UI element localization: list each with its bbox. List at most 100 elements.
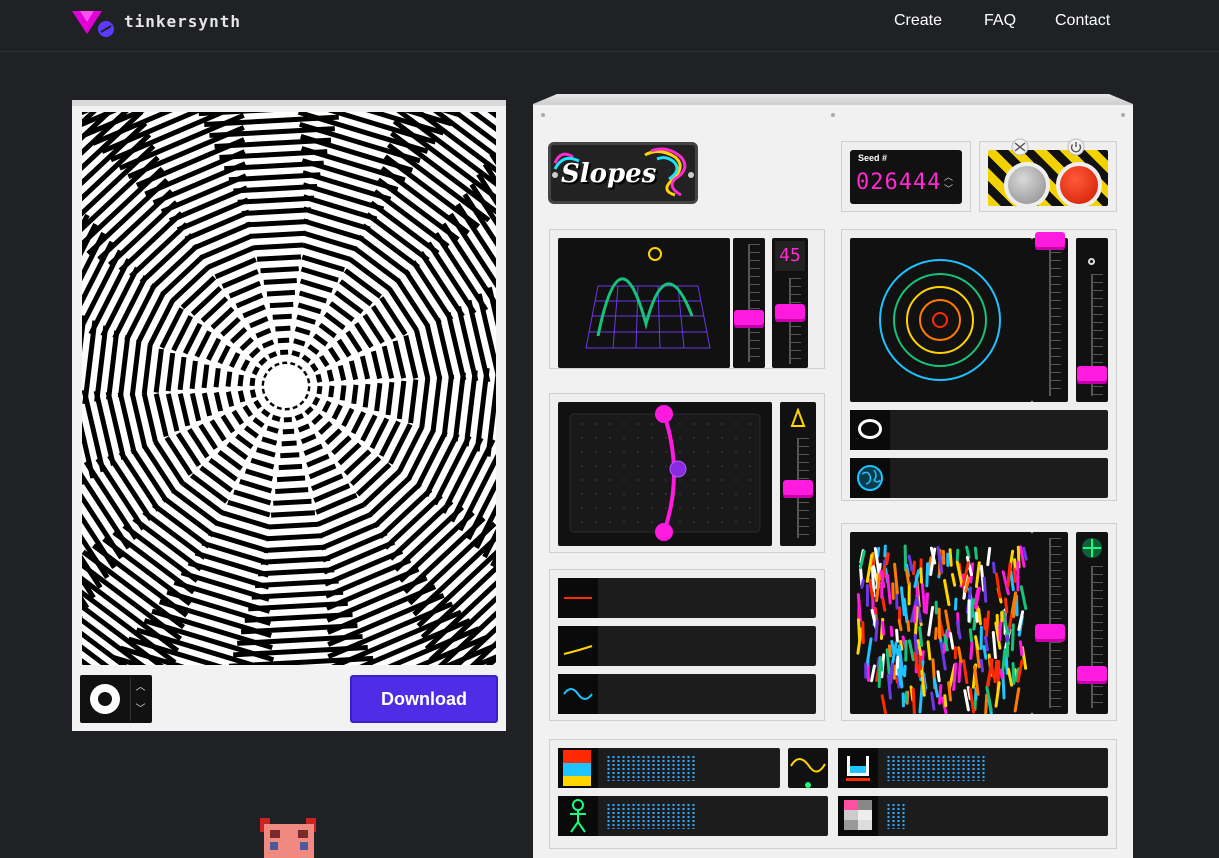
hatch-line — [324, 428, 343, 445]
hatch-line — [180, 275, 217, 310]
hatch-line — [282, 428, 295, 435]
hatch-line — [276, 475, 306, 483]
hatch-line — [256, 254, 302, 262]
hatch-line — [199, 233, 254, 261]
hatch-line — [272, 313, 292, 320]
hatch-line — [249, 377, 256, 387]
hatch-line — [153, 348, 164, 393]
hatch-line — [280, 452, 300, 459]
sticks-preview[interactable] — [850, 532, 1032, 721]
hatch-line — [355, 462, 392, 497]
hatch-line — [424, 323, 443, 380]
hatch-line — [337, 365, 347, 381]
hatch-line — [318, 511, 373, 539]
motion-toggle[interactable] — [788, 748, 828, 788]
eye-icon — [90, 684, 120, 714]
bezier-amount-slider[interactable] — [780, 402, 816, 546]
blocks-slider[interactable] — [558, 748, 780, 788]
seed-stepper[interactable]: ︿ ﹀ — [944, 172, 953, 196]
hatch-line — [315, 373, 323, 383]
hatch-line — [129, 392, 148, 449]
tinkersynth-logo-icon[interactable] — [72, 8, 116, 38]
container-slider[interactable] — [838, 748, 1108, 788]
machine-title-plate: Slopes — [548, 142, 698, 204]
line-style-wave-toggle[interactable] — [558, 674, 816, 714]
hatch-line — [190, 473, 229, 504]
hatch-line — [227, 499, 271, 518]
sticks-spread-slider[interactable] — [1032, 532, 1068, 714]
circles-count-slider[interactable] — [1076, 238, 1108, 402]
seed-module: Seed # 026444 ︿ ﹀ — [841, 141, 971, 212]
circles-size-slider[interactable] — [1032, 232, 1068, 402]
hatch-line — [256, 447, 276, 458]
world-toggle[interactable] — [850, 458, 1108, 498]
orientation-toggle[interactable]: ︿ ﹀ — [80, 675, 152, 723]
hatch-line — [255, 327, 272, 339]
hatch-line — [348, 360, 359, 381]
hatch-line — [261, 436, 278, 446]
circles-module — [841, 229, 1117, 501]
chevron-down-icon[interactable]: ﹀ — [131, 699, 150, 721]
pixel-slider[interactable] — [838, 796, 1108, 836]
hatch-line — [275, 325, 291, 332]
hatch-line — [198, 423, 218, 450]
line-style-curve-toggle[interactable] — [558, 626, 816, 666]
sticks-module — [841, 523, 1117, 721]
hatch-line — [275, 487, 309, 494]
mountain-height-slider[interactable] — [733, 238, 765, 368]
hatch-line — [385, 381, 395, 416]
hatch-line — [370, 350, 383, 380]
hatch-line — [225, 391, 235, 407]
hatch-line — [136, 291, 166, 344]
seed-label: Seed # — [858, 153, 888, 163]
nav-faq-link[interactable]: FAQ — [984, 12, 1016, 30]
sticks-count-slider[interactable] — [1076, 532, 1108, 714]
seed-value[interactable]: 026444 — [856, 170, 941, 195]
nav-contact-link[interactable]: Contact — [1055, 12, 1110, 30]
slopes-artwork — [82, 112, 496, 665]
hatch-line — [298, 290, 328, 304]
hatch-line — [201, 392, 213, 417]
hatch-line — [237, 195, 315, 205]
hatch-line — [235, 433, 254, 450]
nav-create-link[interactable]: Create — [894, 12, 942, 30]
power-button[interactable] — [1056, 162, 1102, 208]
brand-name[interactable]: tinkersynth — [124, 12, 241, 31]
hatch-line — [316, 385, 323, 395]
mountains-module: 45 — [549, 229, 825, 369]
hatch-line — [198, 112, 275, 117]
peaks-slider[interactable]: 45 — [772, 238, 808, 368]
hatch-line — [244, 468, 274, 482]
hatch-line — [415, 430, 448, 489]
randomize-button[interactable] — [1004, 162, 1050, 208]
hatch-line — [201, 364, 210, 389]
figure-slider[interactable] — [558, 796, 828, 836]
line-style-straight-toggle[interactable] — [558, 578, 816, 618]
hatch-line — [251, 366, 260, 376]
hatch-line — [323, 312, 346, 331]
hatch-line — [297, 302, 322, 315]
hatch-line — [321, 530, 388, 563]
hatch-line — [387, 287, 419, 332]
level-dots — [606, 803, 696, 829]
seed-display[interactable]: Seed # 026444 ︿ ﹀ — [850, 150, 962, 204]
mountain-preview[interactable] — [558, 238, 730, 368]
hatch-line — [281, 440, 297, 447]
hatch-line — [266, 533, 323, 542]
hatch-line — [296, 314, 316, 325]
hatch-line — [266, 425, 279, 434]
download-button[interactable]: Download — [350, 675, 498, 723]
mountain-grid-icon — [585, 247, 711, 349]
omega-toggle[interactable] — [850, 410, 1108, 450]
circles-preview[interactable] — [850, 238, 1032, 402]
hatch-line — [318, 322, 337, 339]
chevron-up-icon[interactable]: ︿ — [131, 677, 150, 699]
orientation-stepper[interactable]: ︿ ﹀ — [130, 677, 150, 721]
hatch-line — [165, 352, 176, 392]
bezier-editor[interactable] — [558, 402, 772, 546]
hatch-line — [291, 350, 301, 358]
hatch-line — [345, 330, 363, 353]
hatch-line — [343, 268, 382, 299]
stick-figure-icon — [558, 796, 598, 836]
art-preview-panel: ︿ ﹀ Download — [72, 100, 506, 731]
